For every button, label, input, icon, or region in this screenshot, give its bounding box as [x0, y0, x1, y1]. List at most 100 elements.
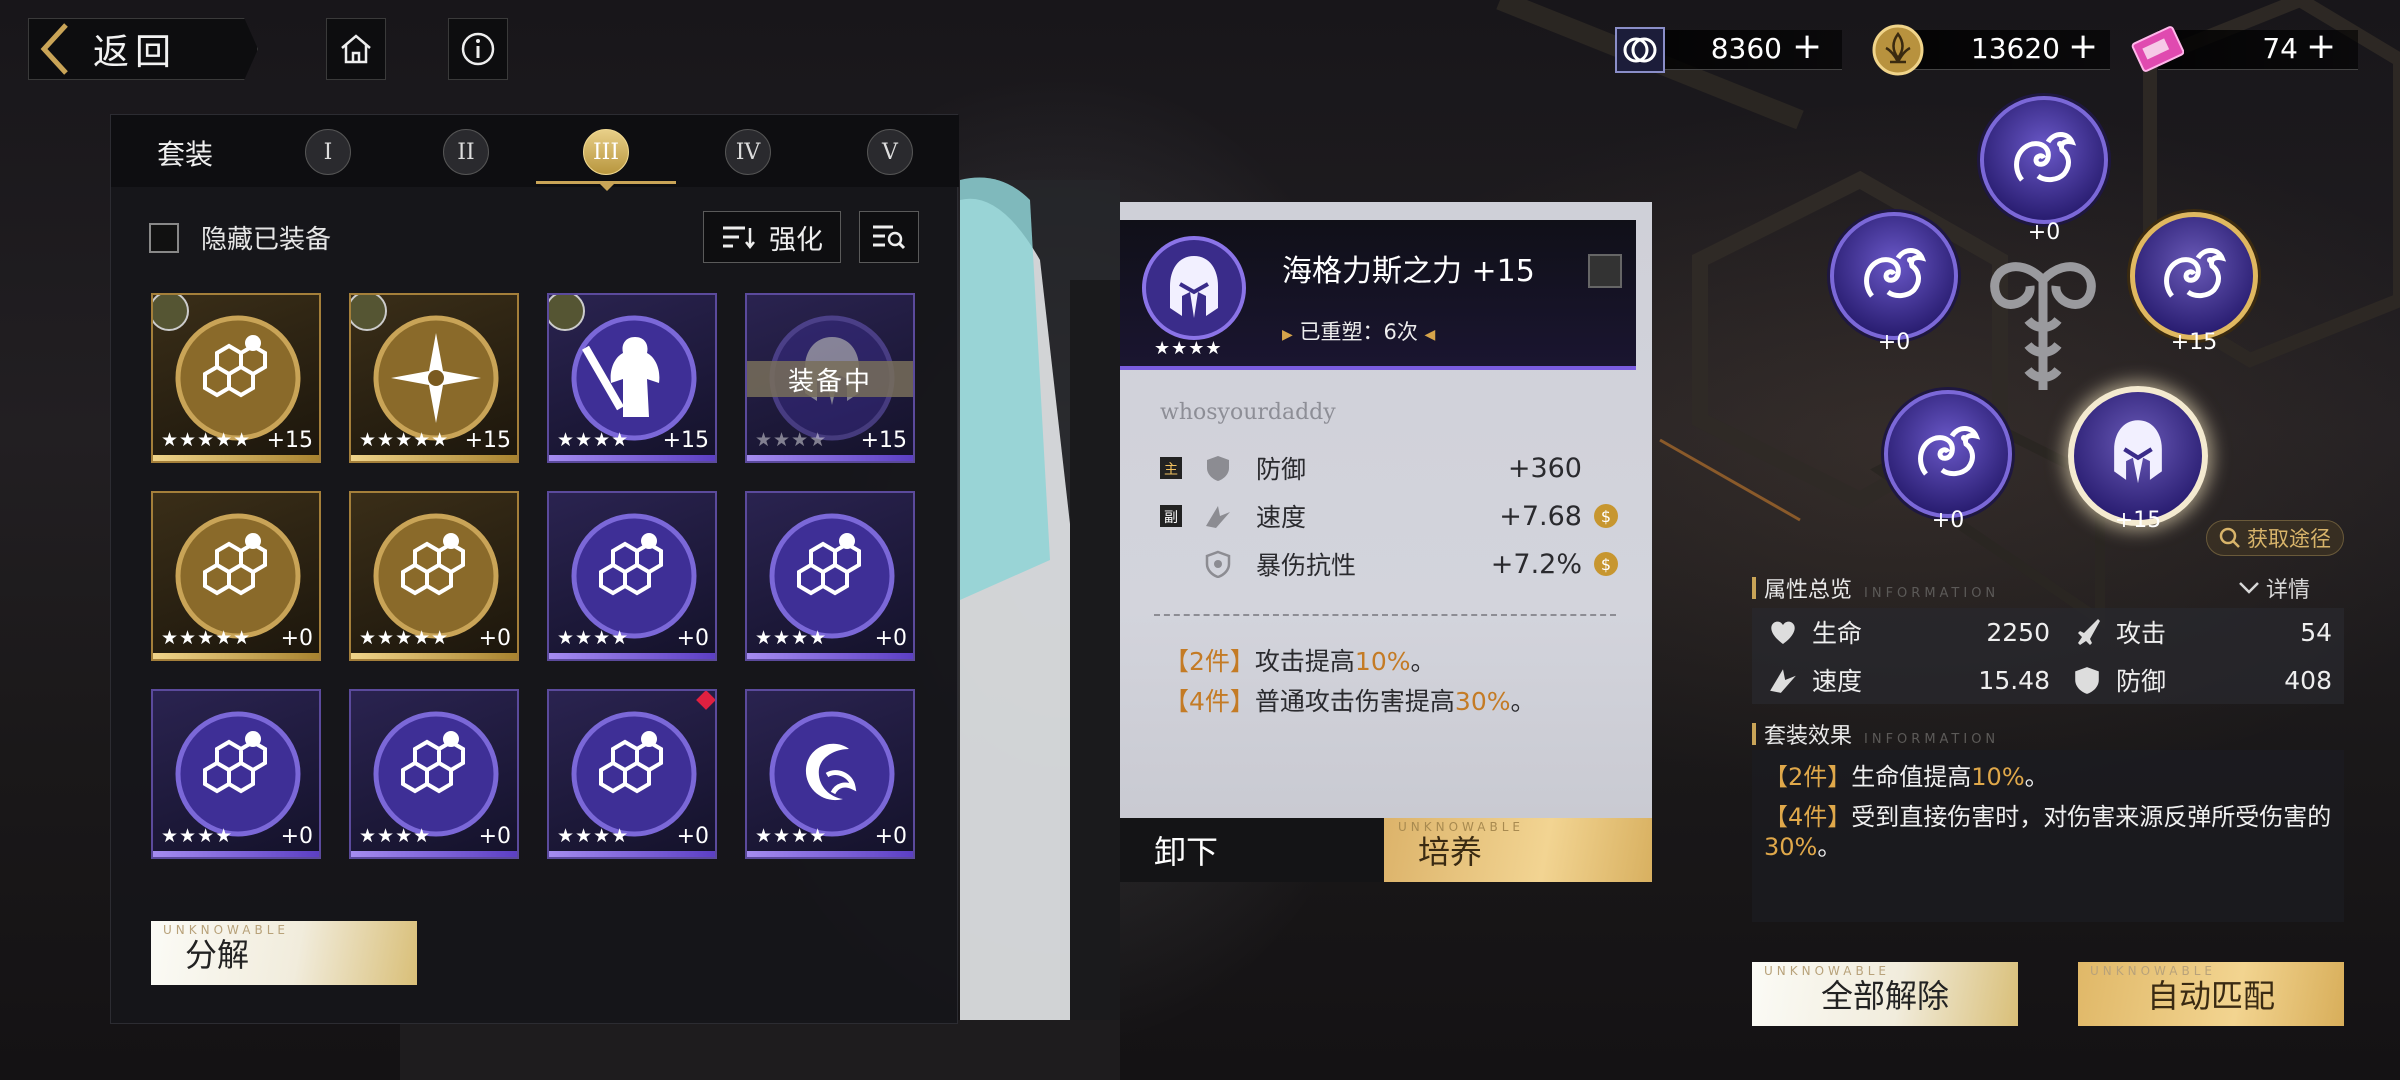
currency-gem-value: 8360 [1710, 32, 1782, 65]
equip-slot-3[interactable] [2130, 212, 2258, 340]
equipment-card[interactable]: ★★★★ +0 [745, 689, 915, 859]
hide-equipped-checkbox[interactable] [149, 222, 179, 253]
train-button[interactable]: UNKNOWABLE 培养 [1384, 818, 1652, 882]
equipment-card[interactable]: ★★★★ +15 装备中 [745, 293, 915, 463]
set-effect-2pc: 【2件】攻击提高10%。 [1164, 647, 1436, 676]
attr-speed-name: 速度 [1812, 667, 1863, 696]
speed-icon [1768, 665, 1798, 695]
set-effect-box: 【2件】生命值提高10%。 【4件】受到直接伤害时，对伤害来源反弹所受伤害的30… [1752, 750, 2344, 922]
tab-set-3[interactable]: III [583, 129, 629, 175]
hide-equipped-toggle[interactable]: 隐藏已装备 [149, 219, 331, 256]
equipment-card[interactable]: ★★★★★ +15 [151, 293, 321, 463]
tab-set-1[interactable]: I [305, 129, 351, 175]
detail-label: 详情 [2266, 578, 2311, 603]
refine-count: ▶ 已重塑：6次 ◀ [1282, 320, 1436, 344]
acquire-label: 获取途径 [2247, 527, 2331, 551]
equipment-card[interactable]: ★★★★ +0 [547, 491, 717, 661]
shield-icon [1204, 454, 1232, 482]
unequip-all-button[interactable]: UNKNOWABLE 全部解除 [1752, 962, 2018, 1026]
equipment-card[interactable]: ★★★★★ +0 [151, 491, 321, 661]
set-title: 套装 [157, 138, 214, 171]
home-button[interactable] [326, 18, 386, 80]
equip-slot-1[interactable] [1980, 96, 2108, 224]
attributes-header: 属性总览 INFORMATION [1752, 572, 1999, 604]
detail-header: 海格力斯之力 +15 ▶ 已重塑：6次 ◀ ★★★★ [1120, 220, 1636, 370]
slot-1-level: +0 [2027, 220, 2061, 245]
equipment-name: 海格力斯之力 +15 [1282, 254, 1535, 289]
unequip-all-tag: UNKNOWABLE [1764, 964, 1890, 978]
stat-row-sub-1: 副 速度 +7.68 $ [1160, 496, 1620, 536]
stat-row-main: 主 防御 +360 [1160, 448, 1620, 488]
tab-set-5[interactable]: V [867, 129, 913, 175]
card-stars: ★★★★★ [161, 429, 252, 451]
auto-match-button[interactable]: UNKNOWABLE 自动匹配 [2078, 962, 2344, 1026]
add-gem-button[interactable]: + [1792, 26, 1822, 67]
currency-ticket-value: 74 [2262, 32, 2298, 65]
card-rarity-bar [747, 455, 913, 461]
set-effect-4pc: 【4件】普通攻击伤害提高30%。 [1164, 687, 1536, 716]
tab-set-4[interactable]: IV [725, 129, 771, 175]
card-level: +0 [280, 824, 313, 849]
card-level: +0 [676, 626, 709, 651]
tab-set-2[interactable]: II [443, 129, 489, 175]
card-stars: ★★★★★ [359, 627, 450, 649]
lock-icon[interactable] [1588, 254, 1622, 288]
set-line-2pc: 【2件】生命值提高10%。 [1764, 763, 2049, 791]
enhance-label: 强化 [769, 224, 823, 256]
main-stat-tag-icon: 主 [1160, 457, 1182, 479]
stat-name: 防御 [1256, 455, 1307, 484]
attributes-detail-link[interactable]: 详情 [2238, 572, 2310, 604]
refine-label: 已重塑：6次 [1299, 320, 1418, 344]
stat-value: +7.2% [1490, 548, 1582, 580]
card-stars: ★★★★★ [359, 429, 450, 451]
add-ticket-button[interactable]: + [2306, 26, 2336, 67]
equip-slot-4[interactable] [1884, 390, 2012, 518]
set-effect-title: 套装效果 [1764, 724, 1853, 749]
slot-2-level: +0 [1877, 330, 1911, 355]
filter-search-button[interactable] [859, 211, 919, 263]
auto-match-tag: UNKNOWABLE [2090, 964, 2216, 978]
equipment-card[interactable]: ★★★★ +15 [547, 293, 717, 463]
currency-ticket: 74 + [2128, 22, 2358, 78]
unequip-button[interactable]: 卸下 [1120, 818, 1384, 882]
gem-currency-icon [1612, 22, 1668, 78]
upgrade-coin-icon[interactable]: $ [1592, 550, 1620, 578]
svg-text:$: $ [1601, 507, 1611, 526]
dragon-icon [2164, 248, 2227, 299]
equipment-panel: 套装 I II III IV V 隐藏已装备 强化 ★★★★★ +15 ★★★★★ +… [110, 114, 959, 1024]
honeycomb-icon [175, 315, 301, 441]
train-tag: UNKNOWABLE [1398, 820, 1524, 834]
card-stars: ★★★★ [557, 825, 630, 847]
equipment-card[interactable]: ★★★★ +0 [745, 491, 915, 661]
sort-enhance-button[interactable]: 强化 [703, 211, 841, 263]
equipment-card[interactable]: ★★★★ +0 [547, 689, 717, 859]
attr-defense: 防御 408 [2072, 656, 2332, 704]
upgrade-coin-icon[interactable]: $ [1592, 502, 1620, 530]
equipment-card[interactable]: ★★★★ +0 [349, 689, 519, 859]
slot-5-level: +15 [2114, 508, 2162, 533]
shield-icon [2072, 665, 2102, 695]
crescent-icon [769, 711, 895, 837]
helmet-icon [1140, 234, 1248, 342]
card-level: +0 [478, 824, 511, 849]
back-label: 返回 [93, 32, 178, 73]
decompose-button[interactable]: UNKNOWABLE 分解 [151, 921, 417, 985]
equipment-card[interactable]: ★★★★★ +0 [349, 491, 519, 661]
equipment-grid: ★★★★★ +15 ★★★★★ +15 ★★★★ +15 ★★★★ +15 装备中 ★★★★★ +0… [151, 293, 921, 903]
home-icon [341, 34, 371, 64]
add-coin-button[interactable]: + [2068, 26, 2098, 67]
helmet-icon [2114, 420, 2162, 484]
equipment-card[interactable]: ★★★★ +0 [151, 689, 321, 859]
info-button[interactable] [448, 18, 508, 80]
acquire-source-button[interactable]: 获取途径 [2206, 520, 2344, 556]
equip-slot-5-selected[interactable] [2068, 386, 2208, 526]
attr-speed-value: 15.48 [1978, 665, 2050, 695]
equipment-card[interactable]: ★★★★★ +15 [349, 293, 519, 463]
set-effect-en: INFORMATION [1864, 732, 2000, 747]
equip-slot-2[interactable] [1830, 212, 1958, 340]
stat-value: +7.68 [1499, 500, 1582, 532]
honeycomb-icon [373, 513, 499, 639]
back-button[interactable]: 返回 [28, 18, 258, 80]
filter-search-icon [873, 225, 906, 250]
honeycomb-icon [571, 513, 697, 639]
